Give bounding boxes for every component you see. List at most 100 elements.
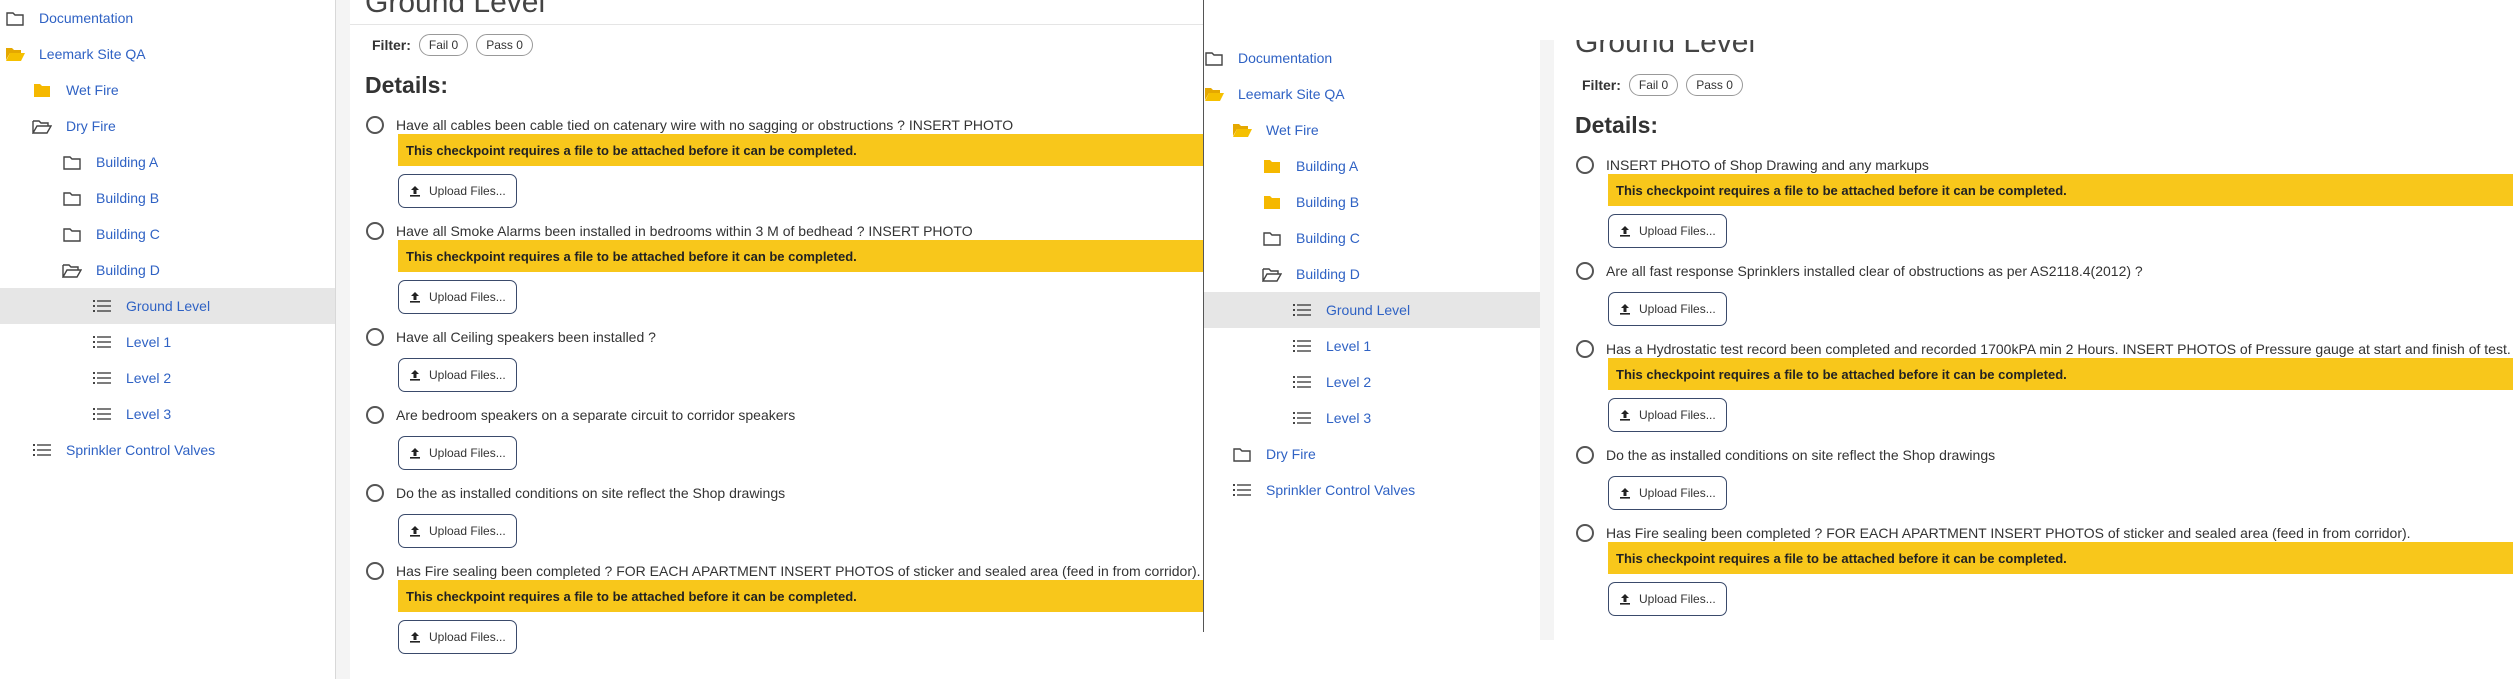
file-required-warning: This checkpoint requires a file to be at… — [1608, 358, 2513, 390]
tree-item-wet-fire[interactable]: Wet Fire — [1204, 112, 1540, 148]
tree-item-wet-fire[interactable]: Wet Fire — [0, 72, 335, 108]
checkpoint-row: Do the as installed conditions on site r… — [366, 484, 785, 502]
tree-item-dry-fire[interactable]: Dry Fire — [0, 108, 335, 144]
tree-item-ground-level[interactable]: Ground Level — [0, 288, 335, 324]
checkpoint-list: Have all cables been cable tied on caten… — [366, 116, 1204, 679]
upload-files-button[interactable]: Upload Files... — [1608, 214, 1727, 248]
tree-item-building-a[interactable]: Building A — [0, 144, 335, 180]
upload-icon — [1619, 303, 1631, 315]
tree-item-level-3[interactable]: Level 3 — [1204, 400, 1540, 436]
upload-files-button[interactable]: Upload Files... — [398, 358, 517, 392]
tree-item-label: Building C — [1296, 230, 1360, 246]
upload-files-label: Upload Files... — [429, 368, 506, 382]
upload-files-label: Upload Files... — [1639, 224, 1716, 238]
upload-icon — [1619, 487, 1631, 499]
fail-filter-pill[interactable]: Fail 0 — [418, 34, 469, 56]
folder-filled-icon — [1262, 194, 1282, 210]
checkpoint-text: Has a Hydrostatic test record been compl… — [1606, 341, 2511, 357]
tree-item-level-2[interactable]: Level 2 — [0, 360, 335, 396]
checkpoint-radio[interactable] — [1576, 262, 1594, 280]
list-icon — [92, 406, 112, 422]
upload-files-button[interactable]: Upload Files... — [398, 514, 517, 548]
checkpoint-row: Have all cables been cable tied on caten… — [366, 116, 1013, 134]
file-required-warning: This checkpoint requires a file to be at… — [398, 134, 1204, 166]
page-title: Ground Level — [365, 0, 546, 19]
folder-outline-icon — [62, 154, 82, 170]
checkpoint-radio[interactable] — [366, 406, 384, 424]
tree-item-ground-level[interactable]: Ground Level — [1204, 292, 1540, 328]
tree-item-label: Building D — [1296, 266, 1360, 282]
tree-item-leemark-site-qa[interactable]: Leemark Site QA — [0, 36, 335, 72]
upload-files-button[interactable]: Upload Files... — [398, 620, 517, 654]
checkpoint-radio[interactable] — [1576, 340, 1594, 358]
list-icon — [1292, 410, 1312, 426]
checkpoint-row: Are all fast response Sprinklers install… — [1576, 262, 2143, 280]
tree-item-leemark-site-qa[interactable]: Leemark Site QA — [1204, 76, 1540, 112]
upload-files-label: Upload Files... — [429, 630, 506, 644]
title-divider — [350, 24, 1204, 25]
tree-item-level-1[interactable]: Level 1 — [0, 324, 335, 360]
upload-icon — [409, 185, 421, 197]
fail-filter-pill[interactable]: Fail 0 — [1628, 74, 1679, 96]
upload-files-button[interactable]: Upload Files... — [1608, 292, 1727, 326]
tree-item-building-c[interactable]: Building C — [1204, 220, 1540, 256]
tree-item-building-b[interactable]: Building B — [0, 180, 335, 216]
upload-files-button[interactable]: Upload Files... — [1608, 582, 1727, 616]
tree-item-dry-fire[interactable]: Dry Fire — [1204, 436, 1540, 472]
upload-files-label: Upload Files... — [429, 184, 506, 198]
file-required-warning: This checkpoint requires a file to be at… — [398, 580, 1204, 612]
tree-item-level-1[interactable]: Level 1 — [1204, 328, 1540, 364]
checkpoint-radio[interactable] — [366, 222, 384, 240]
upload-files-label: Upload Files... — [1639, 486, 1716, 500]
tree-item-documentation[interactable]: Documentation — [0, 0, 335, 36]
upload-icon — [1619, 225, 1631, 237]
folder-open-outline-icon — [32, 118, 52, 134]
upload-files-label: Upload Files... — [1639, 408, 1716, 422]
tree-item-sprinkler-control-valves[interactable]: Sprinkler Control Valves — [1204, 472, 1540, 508]
tree-item-sprinkler-control-valves[interactable]: Sprinkler Control Valves — [0, 432, 335, 468]
file-required-warning: This checkpoint requires a file to be at… — [1608, 174, 2513, 206]
tree-item-building-b[interactable]: Building B — [1204, 184, 1540, 220]
list-icon — [92, 298, 112, 314]
checkpoint-radio[interactable] — [366, 484, 384, 502]
checkpoint-text: Have all Smoke Alarms been installed in … — [396, 223, 973, 239]
upload-files-button[interactable]: Upload Files... — [398, 436, 517, 470]
tree-item-building-d[interactable]: Building D — [0, 252, 335, 288]
tree-item-building-c[interactable]: Building C — [0, 216, 335, 252]
right-sidebar-tree: Documentation Leemark Site QA Wet Fire Buil… — [1204, 40, 1540, 640]
checkpoint-text: Do the as installed conditions on site r… — [1606, 447, 1996, 463]
filter-bar: Filter: Fail 0 Pass 0 — [372, 34, 533, 56]
list-icon — [92, 334, 112, 350]
tree-item-label: Building B — [96, 190, 160, 206]
checkpoint-text: INSERT PHOTO of Shop Drawing and any mar… — [1606, 157, 1929, 173]
tree-item-level-2[interactable]: Level 2 — [1204, 364, 1540, 400]
checkpoint-radio[interactable] — [1576, 446, 1594, 464]
upload-files-button[interactable]: Upload Files... — [398, 280, 517, 314]
pass-filter-pill[interactable]: Pass 0 — [1686, 74, 1743, 96]
checkpoint-radio[interactable] — [366, 562, 384, 580]
tree-item-level-3[interactable]: Level 3 — [0, 396, 335, 432]
pass-filter-pill[interactable]: Pass 0 — [476, 34, 533, 56]
checkpoint-radio[interactable] — [366, 328, 384, 346]
tree-item-label: Documentation — [1238, 50, 1333, 66]
right-window: Documentation Leemark Site QA Wet Fire Buil… — [1204, 40, 2513, 640]
folder-outline-icon — [1232, 446, 1252, 462]
folder-outline-icon — [1204, 50, 1224, 66]
folder-open-outline-icon — [1262, 266, 1282, 282]
file-required-warning: This checkpoint requires a file to be at… — [1608, 542, 2513, 574]
tree-item-building-a[interactable]: Building A — [1204, 148, 1540, 184]
list-icon — [1292, 374, 1312, 390]
upload-icon — [409, 447, 421, 459]
checkpoint-radio[interactable] — [1576, 524, 1594, 542]
tree-item-documentation[interactable]: Documentation — [1204, 40, 1540, 76]
checkpoint-row: Are bedroom speakers on a separate circu… — [366, 406, 795, 424]
upload-files-button[interactable]: Upload Files... — [1608, 398, 1727, 432]
checkpoint-row: Have all Smoke Alarms been installed in … — [366, 222, 973, 240]
upload-files-button[interactable]: Upload Files... — [398, 174, 517, 208]
upload-files-button[interactable]: Upload Files... — [1608, 476, 1727, 510]
right-main-content: Ground Level Filter: Fail 0 Pass 0 Detai… — [1554, 40, 2513, 640]
checkpoint-radio[interactable] — [366, 116, 384, 134]
tree-item-building-d[interactable]: Building D — [1204, 256, 1540, 292]
checkpoint-radio[interactable] — [1576, 156, 1594, 174]
checkpoint-text: Do the as installed conditions on site r… — [396, 485, 786, 501]
